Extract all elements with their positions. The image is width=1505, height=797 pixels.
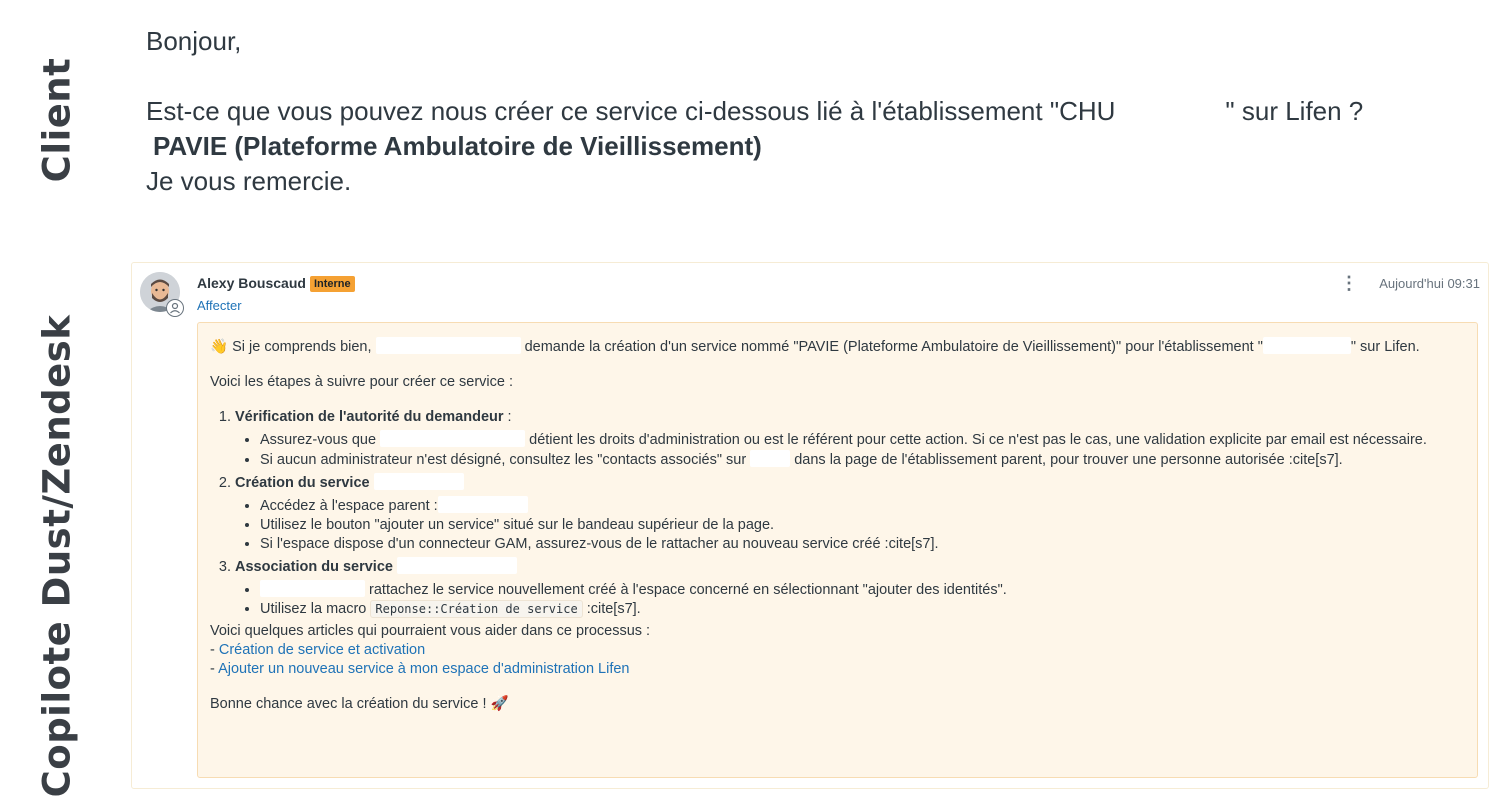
client-thanks: Je vous remercie. xyxy=(146,166,352,196)
internal-badge: Interne xyxy=(309,276,355,292)
copilot-section-label: Copilote Dust/Zendesk xyxy=(35,314,79,797)
bullet-text: Accédez à l'espace parent : xyxy=(260,498,438,514)
copilot-response-bubble: 👋 Si je comprends bien, demande la créat… xyxy=(197,322,1478,778)
bullet-text: Utilisez la macro xyxy=(260,601,367,617)
step-title: Vérification de l'autorité du demandeur xyxy=(235,409,504,425)
dash: - xyxy=(210,642,219,658)
bullet-item: Si aucun administrateur n'est désigné, c… xyxy=(260,450,1465,470)
redacted-blank xyxy=(260,580,365,597)
vertical-dots-icon[interactable]: ⋮ xyxy=(1340,273,1358,294)
closing-text: Bonne chance avec la création du service… xyxy=(210,696,509,712)
client-message: Bonjour, Est-ce que vous pouvez nous cré… xyxy=(146,24,1486,199)
request-start: Est-ce que vous pouvez nous créer ce ser… xyxy=(146,96,1116,126)
user-status-icon xyxy=(166,299,184,317)
assign-link[interactable]: Affecter xyxy=(197,298,242,313)
bullet-text: rattachez le service nouvellement créé à… xyxy=(369,582,1007,598)
redacted-blank xyxy=(750,450,791,467)
client-section-label: Client xyxy=(35,57,79,183)
request-end: " sur Lifen ? xyxy=(1225,96,1364,126)
article-item: - Ajouter un nouveau service à mon espac… xyxy=(210,660,1465,679)
intro-text-b: demande la création d'un service nommé "… xyxy=(524,339,1263,355)
macro-code: Reponse::Création de service xyxy=(370,600,583,618)
bullet-item: Si l'espace dispose d'un connecteur GAM,… xyxy=(260,535,1465,554)
author-line: Alexy Bouscaud Interne xyxy=(197,275,355,292)
client-request-line: Est-ce que vous pouvez nous créer ce ser… xyxy=(146,94,1486,129)
articles-intro: Voici quelques articles qui pourraient v… xyxy=(210,623,651,639)
step-colon: : xyxy=(503,409,512,425)
comment-timestamp: Aujourd'hui 09:31 xyxy=(1379,276,1480,291)
intro-paragraph: 👋 Si je comprends bien, demande la créat… xyxy=(210,337,1465,357)
articles-list: - Création de service et activation - Aj… xyxy=(210,641,1465,679)
dash: - xyxy=(210,661,219,677)
redacted-blank xyxy=(437,496,528,513)
bullet-item: Utilisez la macro Reponse::Création de s… xyxy=(260,600,1465,619)
ticket-comment: Alexy Bouscaud Interne Affecter ⋮ Aujourd… xyxy=(131,262,1489,789)
step-item: Création du service Accédez à l'espace p… xyxy=(235,473,1465,554)
step-title: Création du service xyxy=(235,475,370,491)
bullet-item: Assurez-vous que détient les droits d'ad… xyxy=(260,430,1465,450)
redacted-blank xyxy=(396,557,517,574)
intro-text-c: " sur Lifen. xyxy=(1350,339,1420,355)
article-item: - Création de service et activation xyxy=(210,641,1465,660)
bullet-text: :cite[s7]. xyxy=(586,601,641,617)
step-title: Association du service xyxy=(235,559,393,575)
redacted-blank xyxy=(375,337,521,354)
bullet-item: rattachez le service nouvellement créé à… xyxy=(260,580,1465,600)
intro-text-a: 👋 Si je comprends bien, xyxy=(210,339,372,355)
steps-list: Vérification de l'autorité du demandeur … xyxy=(210,408,1465,619)
step-item: Association du service rattachez le serv… xyxy=(235,557,1465,619)
steps-intro: Voici les étapes à suivre pour créer ce … xyxy=(210,374,514,390)
article-link-2[interactable]: Ajouter un nouveau service à mon espace … xyxy=(218,661,629,677)
client-service-name: PAVIE (Plateforme Ambulatoire de Vieilli… xyxy=(153,131,762,161)
client-greeting: Bonjour, xyxy=(146,26,242,56)
article-link-1[interactable]: Création de service et activation xyxy=(219,642,425,658)
bullet-text: Assurez-vous que xyxy=(260,432,377,448)
bullet-item: Utilisez le bouton "ajouter un service" … xyxy=(260,516,1465,535)
bullet-item: Accédez à l'espace parent : xyxy=(260,496,1465,516)
redacted-blank xyxy=(380,430,526,447)
bullet-text: Si aucun administrateur n'est désigné, c… xyxy=(260,452,747,468)
bullet-text: dans la page de l'établissement parent, … xyxy=(794,452,1343,468)
redacted-blank xyxy=(373,473,464,490)
redacted-blank xyxy=(1262,337,1351,354)
bullet-text: détient les droits d'administration ou e… xyxy=(529,432,1427,448)
author-name[interactable]: Alexy Bouscaud xyxy=(197,275,306,291)
step-item: Vérification de l'autorité du demandeur … xyxy=(235,408,1465,470)
